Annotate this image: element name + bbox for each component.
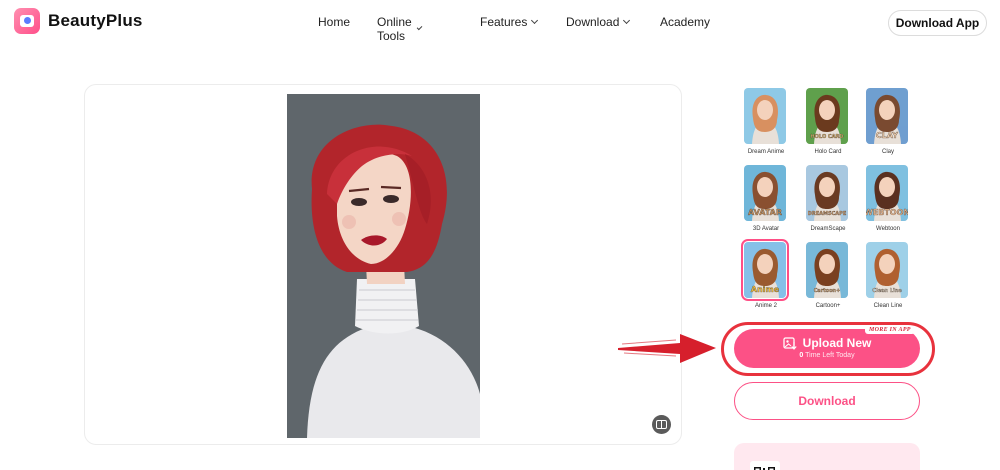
style-option[interactable]: WEBTOON Webtoon	[866, 165, 910, 232]
style-thumbnail: HOLO CARD	[806, 88, 848, 144]
style-option[interactable]: AVATAR 3D Avatar	[744, 165, 788, 232]
style-option[interactable]: Dream Anime	[744, 88, 788, 155]
nav-online-tools[interactable]: Online Tools	[377, 15, 423, 43]
top-header: BeautyPlus Home Online Tools Features Do…	[0, 0, 1000, 46]
style-label: Clay	[881, 149, 894, 155]
compare-icon[interactable]	[652, 415, 671, 434]
style-label: Dream Anime	[747, 149, 785, 155]
style-badge-text: Cartoon+	[814, 288, 841, 294]
style-option[interactable]: HOLO CARD Holo Card	[806, 88, 850, 155]
style-thumbnail: DREAMSCAPE	[806, 165, 848, 221]
style-thumbnail	[744, 88, 786, 144]
style-thumbnail: Anime	[741, 239, 789, 301]
nav-download[interactable]: Download	[566, 15, 631, 29]
style-label: Webtoon	[876, 226, 900, 232]
upload-remaining-text: Time Left Today	[805, 352, 855, 359]
style-option[interactable]: CLAY Clay	[866, 88, 910, 155]
nav-features[interactable]: Features	[480, 15, 539, 29]
style-option[interactable]: DREAMSCAPE DreamScape	[806, 165, 850, 232]
style-option[interactable]: Cartoon+ Cartoon+	[806, 242, 850, 309]
style-label: DreamScape	[810, 226, 846, 232]
result-preview-card	[84, 84, 682, 445]
style-label: Holo Card	[814, 149, 842, 155]
upload-image-icon	[783, 336, 797, 350]
style-badge-text: WEBTOON	[866, 208, 908, 217]
qr-code-icon	[750, 461, 780, 470]
beautyplus-logo-icon	[14, 8, 40, 34]
nav-download-label: Download	[566, 15, 620, 29]
style-badge-text: Anime	[751, 285, 780, 294]
style-thumbnail: WEBTOON	[866, 165, 908, 221]
style-label: 3D Avatar	[752, 226, 780, 232]
style-thumbnail: CLAY	[866, 88, 908, 144]
download-button[interactable]: Download	[734, 382, 920, 420]
style-label: Anime 2	[754, 303, 777, 309]
more-in-app-badge: MORE IN APP	[865, 326, 915, 334]
style-badge-text: DREAMSCAPE	[808, 211, 847, 217]
style-option-selected[interactable]: Anime Anime 2	[741, 239, 789, 309]
style-label: Cartoon+	[815, 303, 841, 309]
brand-name: BeautyPlus	[48, 11, 143, 30]
style-thumbnail: Clean Line	[866, 242, 908, 298]
brand-logo[interactable]: BeautyPlus	[14, 8, 143, 34]
nav-online-tools-label: Online Tools	[377, 15, 412, 43]
nav-academy[interactable]: Academy	[660, 15, 710, 29]
style-thumbnail: Cartoon+	[806, 242, 848, 298]
chevron-down-icon	[417, 24, 423, 31]
style-label: Clean Line	[873, 303, 903, 309]
upload-count: 0	[799, 352, 804, 359]
style-badge-text: HOLO CARD	[811, 134, 844, 140]
chevron-down-icon	[623, 16, 631, 25]
style-option[interactable]: Clean Line Clean Line	[866, 242, 910, 309]
app-promo-card	[734, 443, 920, 470]
style-thumbnail: AVATAR	[744, 165, 786, 221]
style-badge-text: Clean Line	[872, 288, 902, 294]
nav-home-label: Home	[318, 15, 351, 29]
style-badge-text: AVATAR	[748, 208, 782, 217]
download-app-button[interactable]: Download App	[888, 10, 987, 36]
nav-academy-label: Academy	[660, 15, 711, 29]
nav-features-label: Features	[480, 15, 528, 29]
result-image	[287, 94, 480, 438]
style-badge-text: CLAY	[876, 131, 898, 140]
upload-label: Upload New	[802, 336, 872, 350]
nav-home[interactable]: Home	[318, 15, 350, 29]
chevron-down-icon	[531, 16, 539, 25]
arrow-icon	[618, 334, 716, 363]
upload-new-button[interactable]: Upload New 0 Time Left Today	[734, 329, 920, 368]
